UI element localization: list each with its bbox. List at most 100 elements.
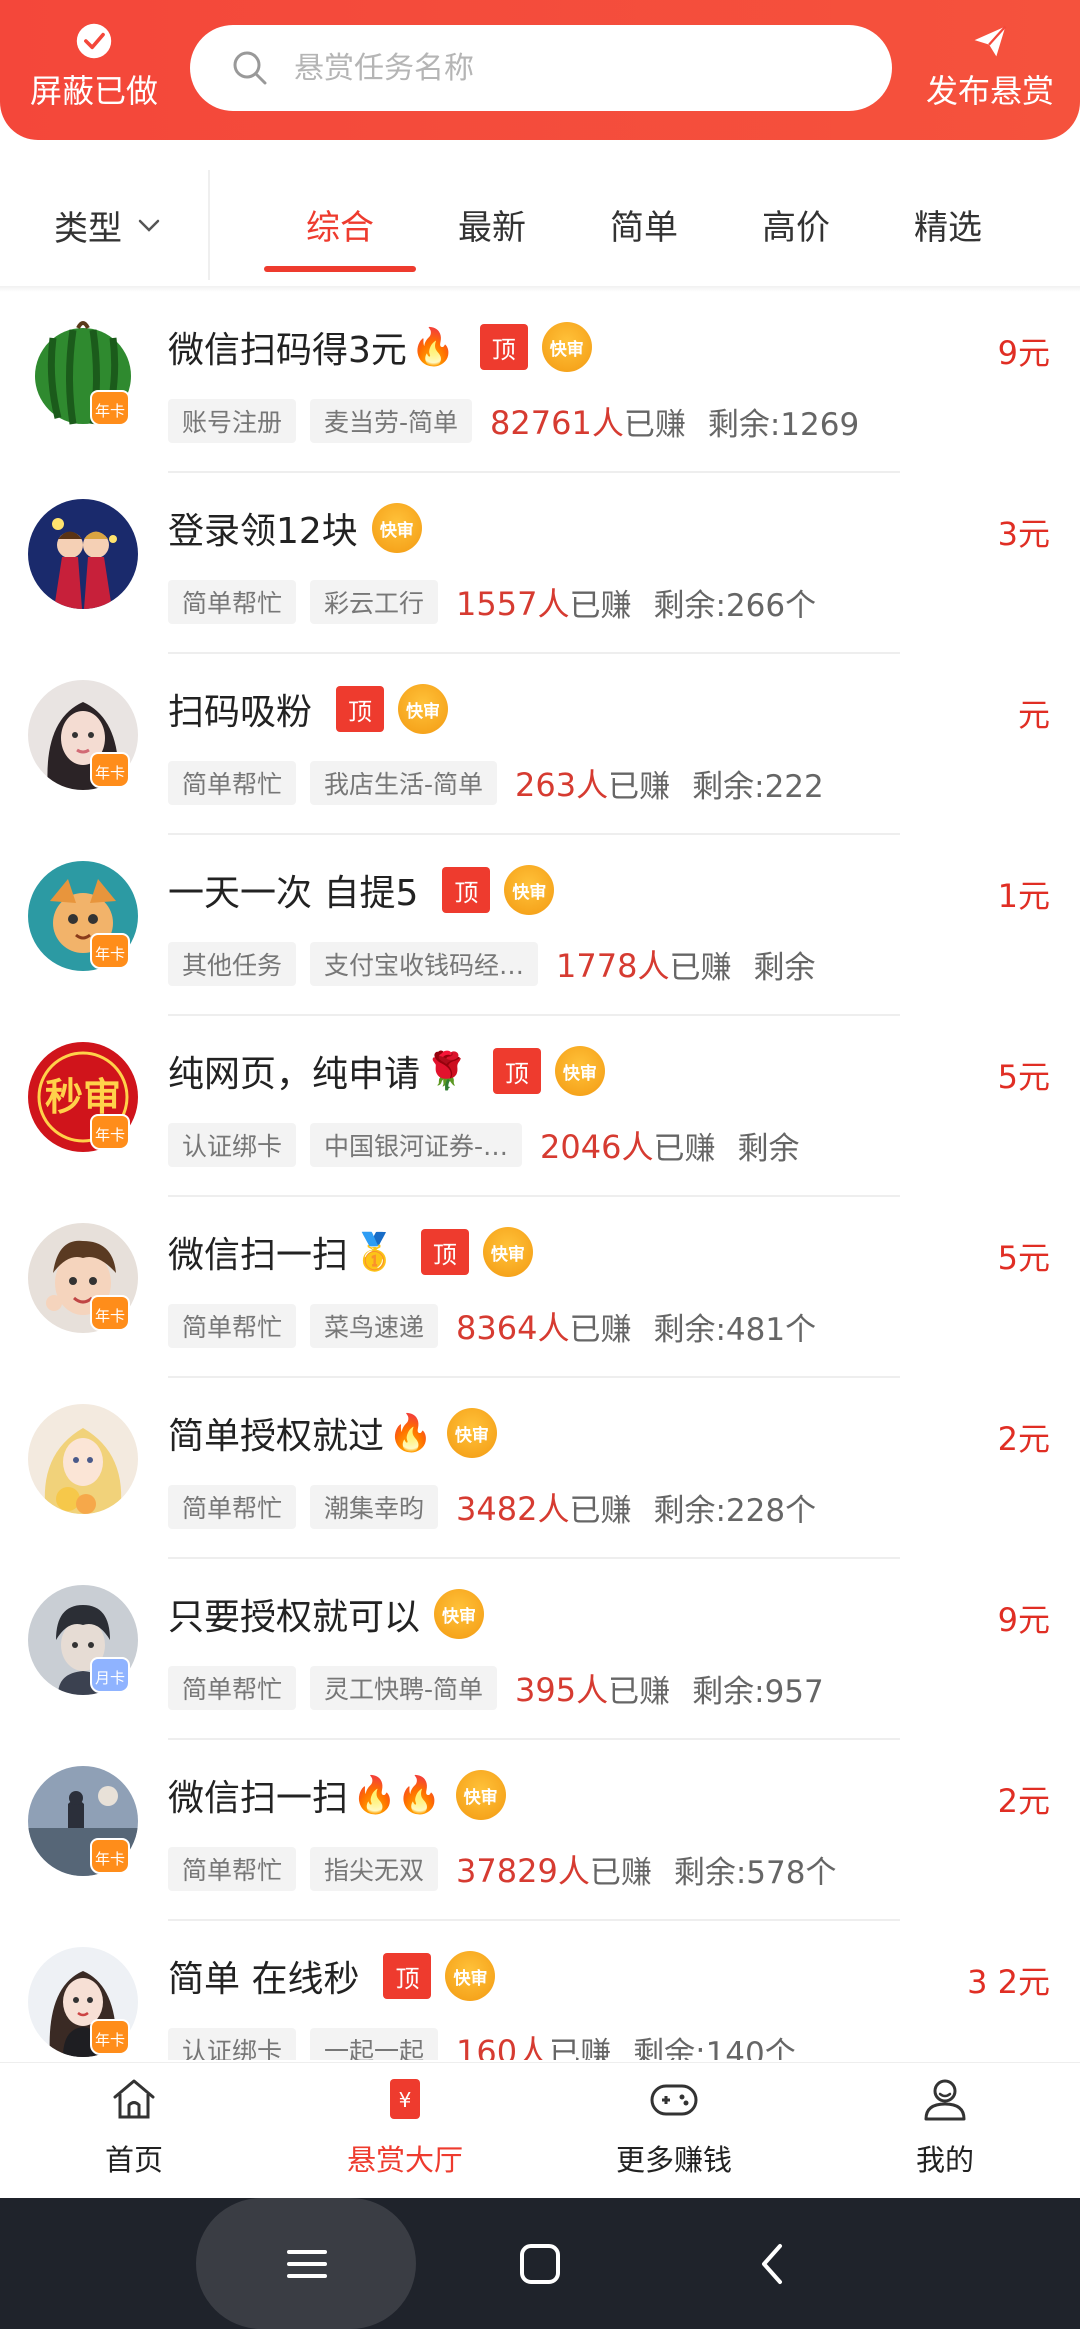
publish-reward-button[interactable]: 发布悬赏 (918, 22, 1062, 112)
reward-price: 5元 (997, 1058, 1050, 1096)
publish-reward-label: 发布悬赏 (925, 72, 1054, 110)
nav-home[interactable]: 首页 (44, 2073, 224, 2193)
earned-suffix: 已赚 (569, 1492, 632, 1529)
menu-icon[interactable] (279, 2236, 335, 2292)
task-title-line: 微信扫码得3元 🔥 顶快审 (168, 322, 592, 372)
tab-featured[interactable]: 精选 (893, 200, 1003, 249)
earned-count: 3482人 (456, 1490, 570, 1528)
earned-suffix: 已赚 (569, 1311, 632, 1348)
title-emoji: 🔥🔥 (352, 1775, 442, 1816)
remaining-count: 剩余:481个 (653, 1311, 817, 1348)
tab-high-price[interactable]: 高价 (741, 200, 851, 249)
earned-count: 395人 (515, 1671, 609, 1709)
nav-mine[interactable]: 我的 (855, 2073, 1035, 2193)
earned-count: 82761人 (490, 404, 624, 442)
avatar-image (28, 1404, 138, 1514)
tab-simple[interactable]: 简单 (589, 200, 699, 249)
task-meta-line: 账号注册 麦当劳-简单 82761人 已赚 剩余:1269 (168, 398, 908, 444)
task-tag: 认证绑卡 (168, 1123, 297, 1167)
fast-review-badge: 快审 (482, 1227, 533, 1277)
task-title-line: 纯网页，纯申请 🌹 顶快审 (168, 1046, 605, 1096)
earned-suffix: 已赚 (653, 1130, 716, 1167)
task-row[interactable]: 年卡 微信扫一扫 🔥🔥 快审 简单帮忙 指尖无双 37829人 已赚 剩余:578个 2元 (0, 1740, 1080, 1921)
task-tag: 一起一起 (310, 2028, 439, 2060)
task-title-line: 登录领12块 快审 (168, 503, 422, 553)
fast-review-badge: 快审 (434, 1589, 485, 1639)
task-row[interactable]: 年卡 扫码吸粉顶快审 简单帮忙 我店生活-简单 263人 已赚 剩余:222 元 (0, 654, 1080, 835)
task-row[interactable]: 简单授权就过 🔥 快审 简单帮忙 潮集幸昀 3482人 已赚 剩余:228个 2元 (0, 1378, 1080, 1559)
task-row[interactable]: 年卡 微信扫一扫 🥇 顶快审 简单帮忙 菜鸟速递 8364人 已赚 剩余:481个 5元 (0, 1197, 1080, 1378)
hide-done-button[interactable]: 屏蔽已做 (24, 22, 164, 112)
earned-suffix: 已赚 (608, 768, 671, 805)
task-tag: 潮集幸昀 (310, 1485, 439, 1529)
task-row[interactable]: 年卡 一天一次 自提5 顶快审 其他任务 支付宝收钱码经… 1778人 已赚 剩余 1元 (0, 835, 1080, 1016)
top-badge: 顶 (383, 1953, 432, 1999)
earned-count: 8364人 (456, 1309, 570, 1347)
task-tag: 简单帮忙 (168, 580, 297, 624)
title-emoji: 🥇 (352, 1232, 397, 1273)
vip-badge: 年卡 (90, 1114, 130, 1150)
task-title: 纯网页，纯申请 (168, 1054, 421, 1095)
earned-suffix: 已赚 (589, 1854, 652, 1891)
paper-plane-icon (974, 25, 1007, 57)
task-tag: 指尖无双 (310, 1847, 439, 1891)
nav-reward-hall[interactable]: ¥ 悬赏大厅 (315, 2073, 495, 2193)
task-row[interactable]: 年卡 微信扫码得3元 🔥 顶快审 账号注册 麦当劳-简单 82761人 已赚 剩余:1269 9元 (0, 292, 1080, 473)
fast-review-badge: 快审 (371, 503, 422, 553)
task-meta-line: 简单帮忙 菜鸟速递 8364人 已赚 剩余:481个 (168, 1303, 908, 1349)
title-emoji: 🔥 (388, 1413, 433, 1454)
nav-mine-label: 我的 (915, 2143, 974, 2177)
fast-review-badge: 快审 (541, 322, 592, 372)
hide-done-label: 屏蔽已做 (29, 72, 158, 110)
fast-review-badge: 快审 (445, 1951, 496, 2001)
vip-badge: 年卡 (90, 933, 130, 969)
task-title: 微信扫一扫 (168, 1778, 349, 1819)
task-row[interactable]: 月卡 只要授权就可以 快审 简单帮忙 灵工快聘-简单 395人 已赚 剩余:957 9元 (0, 1559, 1080, 1740)
tab-latest[interactable]: 最新 (437, 200, 547, 249)
fast-review-badge: 快审 (504, 865, 555, 915)
avatar-image (28, 499, 138, 609)
fast-review-badge: 快审 (446, 1408, 497, 1458)
task-row[interactable]: 秒审 年卡 纯网页，纯申请 🌹 顶快审 认证绑卡 中国银河证券-… 2046人 已赚 剩余 5元 (0, 1016, 1080, 1197)
nav-more-earn[interactable]: 更多赚钱 (584, 2073, 764, 2193)
vip-badge: 月卡 (90, 1657, 130, 1693)
task-row[interactable]: 登录领12块 快审 简单帮忙 彩云工行 1557人 已赚 剩余:266个 3元 (0, 473, 1080, 654)
search-input[interactable] (294, 50, 854, 86)
type-filter-dropdown[interactable]: 类型 (54, 200, 164, 250)
task-title: 登录领12块 (168, 511, 358, 552)
task-title-line: 扫码吸粉顶快审 (168, 684, 449, 734)
task-tag: 简单帮忙 (168, 1304, 297, 1348)
vip-badge: 年卡 (90, 2019, 130, 2055)
filter-divider (208, 170, 210, 280)
home-square-icon[interactable] (512, 2236, 568, 2292)
tab-comprehensive[interactable]: 综合 (285, 200, 395, 249)
active-tab-indicator (264, 266, 416, 272)
task-tag: 简单帮忙 (168, 1485, 297, 1529)
back-icon[interactable] (746, 2236, 802, 2292)
remaining-count: 剩余:266个 (653, 587, 817, 624)
task-list: 年卡 微信扫码得3元 🔥 顶快审 账号注册 麦当劳-简单 82761人 已赚 剩余:1269 9元… (0, 292, 1080, 2060)
task-meta-line: 简单帮忙 指尖无双 37829人 已赚 剩余:578个 (168, 1846, 908, 1892)
earned-suffix: 已赚 (623, 406, 686, 443)
task-meta-line: 简单帮忙 彩云工行 1557人 已赚 剩余:266个 (168, 579, 908, 625)
vip-badge: 年卡 (90, 390, 130, 426)
title-emoji: 🌹 (424, 1051, 469, 1092)
search-icon (233, 51, 267, 85)
task-title: 只要授权就可以 (168, 1597, 421, 1638)
earned-suffix: 已赚 (549, 2035, 612, 2061)
task-row[interactable]: 年卡 简单 在线秒顶快审 认证绑卡 一起一起 160人 已赚 剩余:140个 3 2元 (0, 1921, 1080, 2060)
reward-price: 5元 (997, 1239, 1050, 1277)
svg-text:¥: ¥ (399, 2088, 412, 2112)
search-bar[interactable] (190, 25, 892, 111)
remaining-count: 剩余:578个 (673, 1854, 837, 1891)
top-badge: 顶 (492, 1048, 541, 1094)
task-tag: 彩云工行 (310, 580, 439, 624)
home-icon (113, 2079, 155, 2119)
vip-badge: 年卡 (90, 1838, 130, 1874)
earned-count: 1778人 (556, 947, 670, 985)
remaining-count: 剩余:228个 (653, 1492, 817, 1529)
task-tag: 简单帮忙 (168, 1847, 297, 1891)
earned-suffix: 已赚 (669, 949, 732, 986)
nav-more-earn-label: 更多赚钱 (615, 2143, 732, 2177)
top-badge: 顶 (336, 686, 385, 732)
